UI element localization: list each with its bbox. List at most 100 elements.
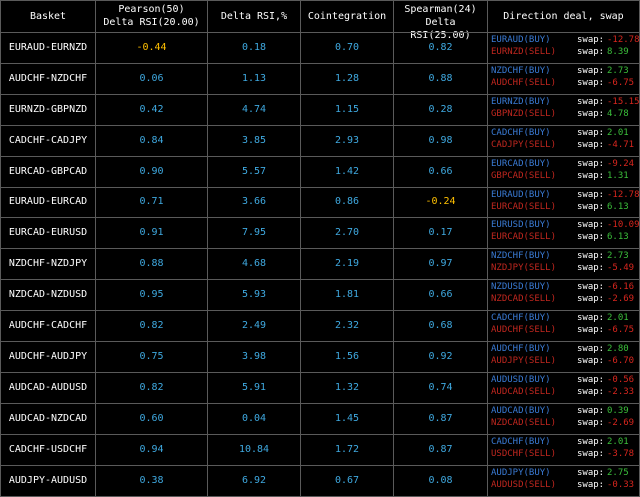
header-cointegration: Cointegration [307,11,387,22]
basket-name[interactable]: EURAUD-EURNZD [0,42,96,53]
buy-swap-value: -10.09 [607,220,640,230]
cointegration-value: 2.19 [334,258,360,269]
swap-label: swap: [577,171,605,181]
swap-label: swap: [577,313,605,323]
buy-swap-value: -9.24 [607,159,635,169]
basket-name[interactable]: CADCHF-USDCHF [0,444,96,455]
pearson-value: 0.82 [139,320,164,331]
buy-pair: CADCHF(BUY) [491,437,551,447]
sell-pair: EURNZD(SELL) [491,47,557,57]
pearson-value: 0.84 [139,135,164,146]
sell-pair: AUDJPY(SELL) [491,356,557,366]
sell-pair: EURCAD(SELL) [491,202,557,212]
basket-name[interactable]: EURAUD-EURCAD [0,196,96,207]
buy-swap-value: -0.56 [607,375,635,385]
cointegration-value: 1.15 [334,104,360,115]
sell-swap-value: -3.78 [607,449,635,459]
basket-name[interactable]: AUDCHF-AUDJPY [0,351,96,362]
sell-pair: NZDCAD(SELL) [491,418,557,428]
sell-pair: GBPNZD(SELL) [491,109,557,119]
swap-label: swap: [577,387,605,397]
basket-name[interactable]: AUDCHF-NZDCHF [0,73,96,84]
basket-name[interactable]: EURCAD-EURUSD [0,227,96,238]
spearman-value: 0.98 [428,135,453,146]
pearson-value: 0.42 [139,104,164,115]
spearman-value: 0.97 [428,258,453,269]
spearman-value: 0.08 [428,475,453,486]
basket-name[interactable]: AUDCHF-CADCHF [0,320,96,331]
delta-rsi-value: 3.98 [241,351,267,362]
swap-label: swap: [577,406,605,416]
delta-rsi-value: 3.85 [241,135,267,146]
swap-label: swap: [577,66,605,76]
sell-swap-value: -0.33 [607,480,635,490]
swap-label: swap: [577,375,605,385]
basket-name[interactable]: EURCAD-GBPCAD [0,166,96,177]
header-pearson: Pearson(50) Delta RSI(20.00) [103,4,200,28]
swap-label: swap: [577,294,605,304]
sell-pair: NZDJPY(SELL) [491,263,557,273]
cointegration-value: 1.42 [334,166,360,177]
spearman-value: 0.68 [428,320,453,331]
buy-swap-value: -12.78 [607,190,640,200]
buy-pair: NZDUSD(BUY) [491,282,551,292]
buy-swap-value: 0.39 [607,406,629,416]
sell-pair: USDCHF(SELL) [491,449,557,459]
basket-name[interactable]: AUDCAD-NZDCAD [0,413,96,424]
pearson-value: 0.06 [139,73,164,84]
swap-label: swap: [577,449,605,459]
spearman-value: 0.82 [428,42,453,53]
buy-pair: AUDCAD(BUY) [491,406,551,416]
cointegration-value: 1.72 [334,444,360,455]
buy-swap-value: -12.78 [607,35,640,45]
pearson-value: 0.71 [139,196,164,207]
pearson-value: 0.95 [139,289,164,300]
delta-rsi-value: 0.04 [241,413,267,424]
swap-label: swap: [577,47,605,57]
buy-swap-value: -15.15 [607,97,640,107]
delta-rsi-value: 2.49 [241,320,267,331]
header-direction: Direction deal, swap [503,11,624,22]
swap-label: swap: [577,468,605,478]
delta-rsi-value: 5.93 [241,289,267,300]
swap-label: swap: [577,97,605,107]
buy-pair: EURCAD(BUY) [491,159,551,169]
sell-swap-value: -5.49 [607,263,635,273]
swap-label: swap: [577,356,605,366]
pearson-value: 0.90 [139,166,164,177]
cointegration-value: 2.32 [334,320,360,331]
buy-swap-value: 2.80 [607,344,629,354]
basket-name[interactable]: AUDJPY-AUDUSD [0,475,96,486]
swap-label: swap: [577,232,605,242]
swap-label: swap: [577,344,605,354]
buy-swap-value: 2.73 [607,251,629,261]
swap-label: swap: [577,480,605,490]
cointegration-value: 2.93 [334,135,360,146]
spearman-value: 0.87 [428,444,453,455]
sell-swap-value: 4.78 [607,109,629,119]
spearman-value: 0.87 [428,413,453,424]
swap-label: swap: [577,202,605,212]
cointegration-value: 1.28 [334,73,360,84]
pearson-value: 0.88 [139,258,164,269]
delta-rsi-value: 5.91 [241,382,267,393]
spearman-value: 0.88 [428,73,453,84]
header-basket: Basket [29,11,67,22]
cointegration-value: 0.70 [334,42,360,53]
sell-swap-value: 8.39 [607,47,629,57]
swap-label: swap: [577,263,605,273]
basket-name[interactable]: AUDCAD-AUDUSD [0,382,96,393]
basket-name[interactable]: EURNZD-GBPNZD [0,104,96,115]
sell-swap-value: -6.75 [607,325,635,335]
sell-swap-value: -2.69 [607,294,635,304]
sell-pair: CADJPY(SELL) [491,140,557,150]
basket-name[interactable]: CADCHF-CADJPY [0,135,96,146]
basket-name[interactable]: NZDCHF-NZDJPY [0,258,96,269]
correlation-table: Basket Pearson(50) Delta RSI(20.00) Delta… [0,0,640,497]
cointegration-value: 2.70 [334,227,360,238]
sell-pair: AUDUSD(SELL) [491,480,557,490]
buy-pair: CADCHF(BUY) [491,313,551,323]
cointegration-value: 1.45 [334,413,360,424]
basket-name[interactable]: NZDCAD-NZDUSD [0,289,96,300]
swap-label: swap: [577,109,605,119]
